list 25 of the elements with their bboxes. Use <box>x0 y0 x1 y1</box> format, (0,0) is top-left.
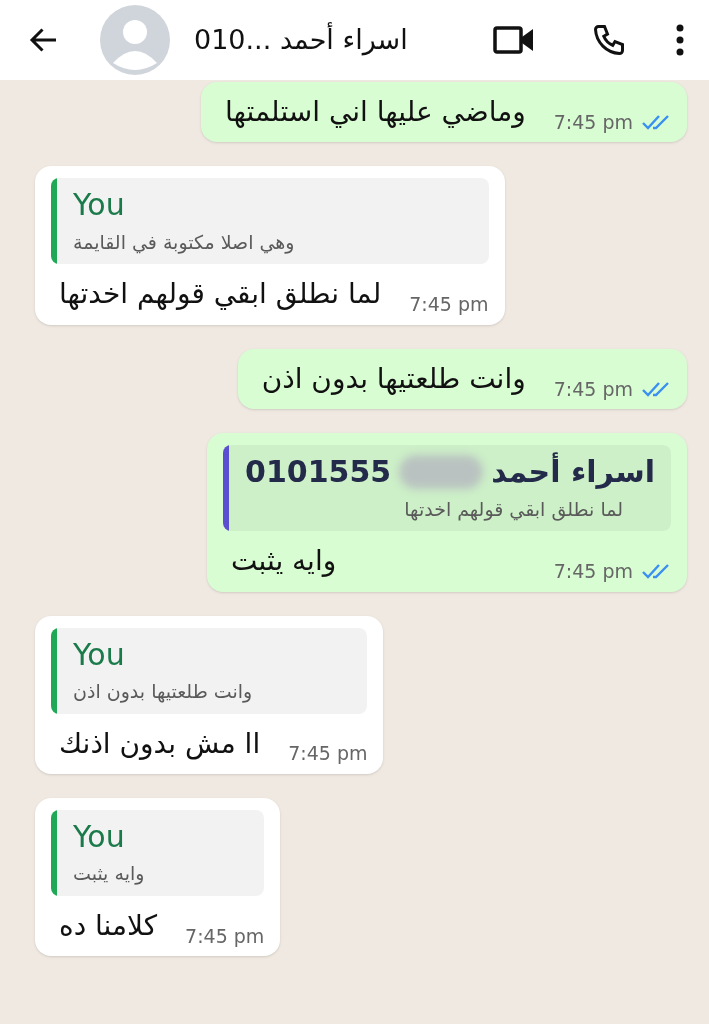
video-call-icon[interactable] <box>493 25 535 55</box>
quote-author: You <box>73 186 125 224</box>
message-time: 7:45 pm <box>288 741 368 767</box>
message-text: لما نطلق ابقي قولهم اخدتها <box>58 276 383 313</box>
quote-text: وانت طلعتيها بدون اذن <box>73 679 254 705</box>
phone-icon[interactable] <box>591 22 627 58</box>
message-time: 7:45 pm <box>409 292 489 318</box>
message-text: اا مش بدون اذنك <box>58 725 262 762</box>
menu-icon[interactable] <box>675 23 685 57</box>
message-time: 7:45 pm <box>553 109 633 135</box>
message-time: 7:45 pm <box>185 923 265 949</box>
quote-author: You <box>73 817 125 856</box>
message-text: كلامنا ده <box>58 907 159 944</box>
quote-text: وهي اصلا مكتوبة في القايمة <box>73 229 296 256</box>
message-text: وماضي عليها اني استلمتها <box>224 94 527 130</box>
message-time: 7:45 pm <box>553 376 633 402</box>
quote-text: وايه يثبت <box>73 861 146 887</box>
quote-author: You <box>73 635 125 674</box>
quote-phone-number: 0101555 <box>245 453 392 491</box>
quote-text: لما نطلق ابقي قولهم اخدتها <box>403 496 624 523</box>
message-text: وايه يثبت <box>230 543 338 580</box>
message-time: 7:45 pm <box>553 559 633 585</box>
message-text: وانت طلعتيها بدون اذن <box>260 360 527 397</box>
quote-author: اسراء أحمد <box>491 453 655 491</box>
contact-name[interactable]: 010... اسراء أحمد <box>194 19 408 61</box>
